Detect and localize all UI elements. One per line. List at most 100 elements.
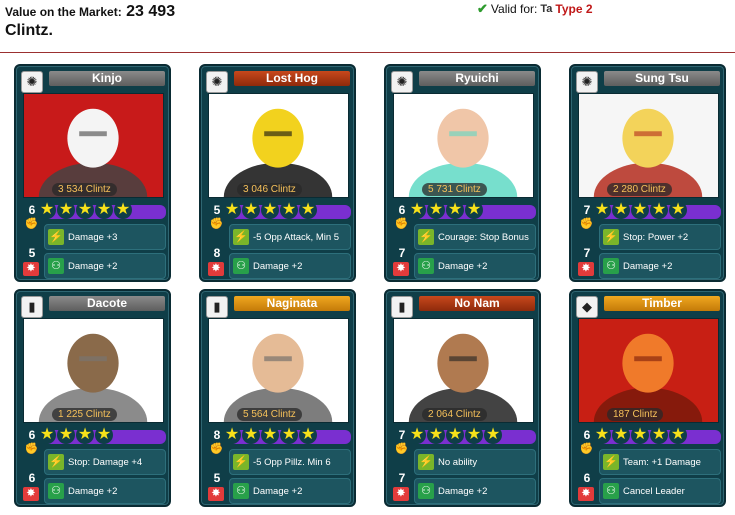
ability-box: ⚡ Stop: Power +2 (599, 224, 721, 250)
star-icon: ★ (242, 426, 260, 444)
character-card-lost-hog[interactable]: ✺ Lost Hog 3 046 Clintz 5 ✊ 8 ✸ ★ ★ ★ ★ ★ ⚡ … (199, 64, 356, 282)
character-card-sung-tsu[interactable]: ✺ Sung Tsu 2 280 Clintz 7 ✊ 7 ✸ ★ ★ ★ ★ ★ ⚡ … (569, 64, 726, 282)
ability-box: ⚡ Stop: Damage +4 (44, 449, 166, 475)
team-icon: ⚇ (603, 258, 619, 274)
damage-value: 6 (28, 471, 36, 485)
heart-burst-icon: ✸ (578, 487, 594, 501)
star-icon: ★ (484, 426, 502, 444)
fist-icon: ✊ (394, 218, 409, 230)
ability-text: -5 Opp Attack, Min 5 (253, 231, 340, 243)
ability-box: ⚡ No ability (414, 449, 536, 475)
ability-text: Team: +1 Damage (623, 456, 701, 468)
card-name: Sung Tsu (604, 71, 720, 86)
character-card-no-nam[interactable]: ▮ No Nam 2 064 Clintz 7 ✊ 7 ✸ ★ ★ ★ ★ ★ ⚡ No… (384, 289, 541, 507)
heart-burst-icon: ✸ (23, 487, 39, 501)
star-icon: ★ (465, 201, 483, 219)
damage-value: 7 (398, 246, 406, 260)
damage-value: 5 (213, 471, 221, 485)
bonus-box: ⚇ Damage +2 (599, 253, 721, 279)
card-price: 3 046 Clintz (237, 183, 302, 196)
card-name: Timber (604, 296, 720, 311)
card-price: 5 564 Clintz (237, 408, 302, 421)
level-stars: ★ ★ ★ ★ ★ (223, 201, 317, 220)
team-icon: ⚇ (603, 483, 619, 499)
ability-box: ⚡ Damage +3 (44, 224, 166, 250)
star-icon: ★ (593, 426, 611, 444)
heart-burst-icon: ✸ (393, 487, 409, 501)
star-icon: ★ (223, 426, 241, 444)
fist-icon: ✊ (209, 218, 224, 230)
portrait-image (209, 94, 348, 197)
lightning-icon: ⚡ (233, 229, 249, 245)
star-icon: ★ (299, 426, 317, 444)
star-icon: ★ (446, 426, 464, 444)
bonus-text: Cancel Leader (623, 485, 685, 497)
lightning-icon: ⚡ (418, 454, 434, 470)
star-icon: ★ (446, 201, 464, 219)
character-card-ryuichi[interactable]: ✺ Ryuichi 5 731 Clintz 6 ✊ 7 ✸ ★ ★ ★ ★ ⚡ Co… (384, 64, 541, 282)
card-price: 5 731 Clintz (422, 183, 487, 196)
character-card-timber[interactable]: ◆ Timber 187 Clintz 6 ✊ 6 ✸ ★ ★ ★ ★ ★ ⚡ Team… (569, 289, 726, 507)
star-icon: ★ (242, 201, 260, 219)
team-icon: ⚇ (418, 258, 434, 274)
validity-type[interactable]: Type 2 (555, 2, 592, 16)
ability-box: ⚡ Team: +1 Damage (599, 449, 721, 475)
card-name: Naginata (234, 296, 350, 311)
level-stars: ★ ★ ★ ★ ★ (223, 426, 317, 445)
lightning-icon: ⚡ (233, 454, 249, 470)
star-icon: ★ (669, 426, 687, 444)
market-value-label: Value on the Market: (5, 5, 122, 19)
lightning-icon: ⚡ (418, 229, 434, 245)
card-name: Dacote (49, 296, 165, 311)
star-icon: ★ (95, 426, 113, 444)
market-value-amount: 23 493 (126, 3, 176, 20)
level-stars: ★ ★ ★ ★ ★ (593, 426, 687, 445)
star-icon: ★ (57, 201, 75, 219)
star-icon: ★ (427, 201, 445, 219)
bonus-text: Damage +2 (68, 260, 118, 272)
fist-icon: ✊ (579, 218, 594, 230)
level-stars: ★ ★ ★ ★ (38, 426, 113, 445)
star-icon: ★ (408, 426, 426, 444)
star-icon: ★ (261, 201, 279, 219)
lightning-icon: ⚡ (603, 229, 619, 245)
level-stars: ★ ★ ★ ★ ★ (593, 201, 687, 220)
star-icon: ★ (280, 201, 298, 219)
fist-icon: ✊ (394, 443, 409, 455)
character-card-naginata[interactable]: ▮ Naginata 5 564 Clintz 8 ✊ 5 ✸ ★ ★ ★ ★ ★ ⚡ … (199, 289, 356, 507)
card-price: 187 Clintz (607, 408, 664, 421)
card-name: Ryuichi (419, 71, 535, 86)
damage-value: 7 (583, 246, 591, 260)
star-icon: ★ (114, 201, 132, 219)
bonus-box: ⚇ Damage +2 (229, 253, 351, 279)
heart-burst-icon: ✸ (393, 262, 409, 276)
card-name: Kinjo (49, 71, 165, 86)
star-icon: ★ (408, 201, 426, 219)
team-icon: ⚇ (233, 483, 249, 499)
checkmark-icon: ✔ (477, 1, 488, 16)
card-price: 2 064 Clintz (422, 408, 487, 421)
character-card-dacote[interactable]: ▮ Dacote 1 225 Clintz 6 ✊ 6 ✸ ★ ★ ★ ★ ⚡ Sto… (14, 289, 171, 507)
star-icon: ★ (650, 201, 668, 219)
star-icon: ★ (76, 426, 94, 444)
damage-value: 5 (28, 246, 36, 260)
market-value: Value on the Market: 23 493 Clintz. (5, 3, 175, 40)
portrait-image (24, 319, 163, 422)
star-icon: ★ (38, 426, 56, 444)
character-card-kinjo[interactable]: ✺ Kinjo 3 534 Clintz 6 ✊ 5 ✸ ★ ★ ★ ★ ★ ⚡ Dam… (14, 64, 171, 282)
portrait-image (579, 94, 718, 197)
header-divider (0, 52, 735, 53)
bonus-box: ⚇ Cancel Leader (599, 478, 721, 504)
ability-box: ⚡ Courage: Stop Bonus (414, 224, 536, 250)
star-icon: ★ (650, 426, 668, 444)
card-name: Lost Hog (234, 71, 350, 86)
bonus-box: ⚇ Damage +2 (44, 253, 166, 279)
portrait-image (24, 94, 163, 197)
ability-text: Stop: Power +2 (623, 231, 689, 243)
clan-icon: ▮ (206, 296, 228, 318)
team-icon: ⚇ (233, 258, 249, 274)
team-icon: ⚇ (418, 483, 434, 499)
star-icon: ★ (261, 426, 279, 444)
clan-icon: ▮ (21, 296, 43, 318)
star-icon: ★ (612, 426, 630, 444)
